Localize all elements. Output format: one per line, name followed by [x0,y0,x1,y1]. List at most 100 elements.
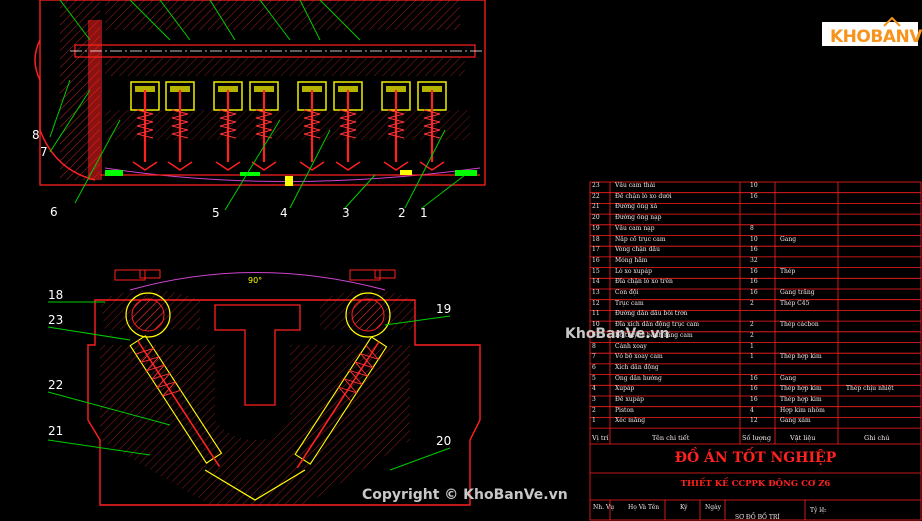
part-label-1: 1 [420,206,428,220]
bom-cell-no: 21 [592,203,600,211]
bom-cell-name: Piston [615,406,634,414]
bom-cell-no: 13 [592,289,600,296]
part-label-4: 4 [280,206,288,220]
bom-cell-no: 3 [592,396,596,403]
bom-row: 17 Vòng chặn dầu 16 [590,246,921,254]
bom-row: 10 Đĩa xích dẫn động trục cam 2 Thép cácbon [590,321,921,329]
bom-row: 12 Trục cam 2 Thép C45 [590,300,921,308]
bom-cell-mat: Gang [780,374,797,382]
bom-cell-qty: 16 [750,246,758,254]
part-label-2: 2 [398,206,406,220]
bom-cell-mat: Thép hợp kim [780,396,822,403]
bom-cell-name: Lò xo xupáp [615,267,652,275]
bom-cell-no: 9 [592,331,596,339]
bom-cell-no: 19 [592,224,600,232]
part-label-21: 21 [48,424,64,438]
bom-row: 14 Đĩa chặn lò xo trên 16 [590,278,921,286]
bom-cell-no: 17 [592,246,600,254]
bom-cell-no: 20 [592,214,600,222]
bom-cell-no: 6 [592,363,596,371]
bom-cell-qty: 16 [750,396,758,403]
bom-cell-qty: 16 [750,385,758,393]
bom-cell-no: 14 [592,278,600,286]
part-label-7: 7 [40,145,48,159]
bom-cell-no: 5 [592,374,596,382]
bom-cell-no: 11 [592,310,600,318]
title-sub: THIẾT KẾ CCPPK ĐỘNG CƠ Z6 [680,479,831,489]
bom-cell-name: Xupáp [615,385,635,393]
part-label-22: 22 [48,378,64,392]
bom-cell-qty: 2 [750,321,754,329]
bom-cell-name: Đường ống xả [615,203,658,211]
sig-b: Họ Và Tên [628,504,660,511]
part-label-3: 3 [342,206,350,220]
sig-a: Nh. Vụ [593,504,615,511]
bom-row: 22 Đế chặn lò xo dưới 16 [590,193,921,201]
part-label-23: 23 [48,313,64,327]
bom-cell-qty: 10 [750,235,758,243]
bom-cell-qty: 2 [750,299,754,307]
bom-cell-mat: Gang xám [780,417,811,425]
bom-cell-name: Vòng chặn dầu [615,246,660,254]
bom-cell-no: 8 [592,342,596,350]
bom-cell-name: Móng hãm [615,256,648,264]
top-leaders [49,0,466,211]
bom-row: 6 Xích dẫn động [590,364,921,372]
sig-f: Tỷ lệ: [810,507,827,514]
header-name: Tên chi tiết [652,434,690,442]
bom-cell-name: Đường dẫn dầu bôi trơn [615,310,688,318]
bom-cell-no: 12 [592,299,600,307]
bom-row: 21 Đường ống xả [590,203,921,211]
sig-c: Ký [680,504,688,511]
bom-cell-qty: 8 [750,224,754,232]
bom-row: 5 Ống dẫn hướng 16 Gang [590,375,921,383]
bom-cell-no: 4 [592,385,596,393]
bom-cell-name: Xích dẫn động [615,363,659,371]
bom-cell-mat: Gang trắng [780,289,815,296]
bom-cell-mat: Thép C45 [780,299,810,307]
bom-row: 11 Đường dẫn dầu bôi trơn [590,310,921,318]
bom-cell-no: 16 [592,256,600,264]
bom-cell-mat: Thép hợp kim [780,385,822,393]
bom-row: 19 Vấu cam nạp 8 [590,225,921,233]
bom-row: 15 Lò xo xupáp 16 Thép [590,268,921,276]
bom-header: Vị trí Tên chi tiết Số lượng Vật liệu Gh… [590,430,921,444]
watermark-bottom: Copyright © KhoBanVe.vn [362,487,568,503]
bom-cell-qty: 1 [750,342,754,350]
bom-cell-name: Nắp cổ trục cam [615,235,666,243]
bom-cell-qty: 10 [750,182,758,189]
bom-cell-name: Xéc măng [615,417,646,425]
bom-cell-name: Đế xupáp [615,396,644,403]
bom-cell-name: Đĩa xích dẫn động trục cam [615,321,700,329]
bom-cell-name: Vỏ bộ xoay cam [615,353,663,361]
bom-row: 16 Móng hãm 32 [590,257,921,265]
bom-row: 20 Đường ống nạp [590,214,921,222]
bom-row: 18 Nắp cổ trục cam 10 Gang [590,236,921,244]
bom-cell-qty: 16 [750,267,758,275]
bom-row: 8 Cánh xoay 1 [590,343,921,351]
bom-row: 4 Xupáp 16 Thép hợp kim Thép chịu nhiệt [590,385,921,393]
header-no: Vị trí [592,434,609,442]
bom-cell-qty: 16 [750,192,758,200]
bom-cell-qty: 4 [750,406,754,414]
bom-cell-name: Trục cam [615,299,644,307]
bom-cell-no: 1 [592,417,596,425]
header-qty: Số lượng [742,434,772,442]
bom-cell-name: Đĩa chặn lò xo trên [615,278,673,286]
bom-cell-note: Thép chịu nhiệt [846,385,894,393]
angle-label: 90° [248,276,263,285]
part-label-8: 8 [32,128,40,142]
bom-row: 23 Vấu cam thải 10 [590,182,921,190]
bom-cell-mat: Thép [780,267,796,275]
bom-cell-name: Bộ truyền bánh răng cam [615,331,693,339]
bom-cell-name: Đế chặn lò xo dưới [615,192,672,200]
bom-cell-mat: Hợp kim nhôm [780,406,825,414]
bom-cell-qty: 1 [750,353,754,361]
bom-cell-no: 23 [592,182,600,189]
bom-row: 13 Con đội 16 Gang trắng [590,289,921,297]
bom-cell-qty: 12 [750,417,758,425]
bom-cell-name: Đường ống nạp [615,214,662,222]
header-mat: Vật liệu [790,434,816,442]
bom-cell-no: 2 [592,406,596,414]
bom-cell-qty: 2 [750,331,754,339]
